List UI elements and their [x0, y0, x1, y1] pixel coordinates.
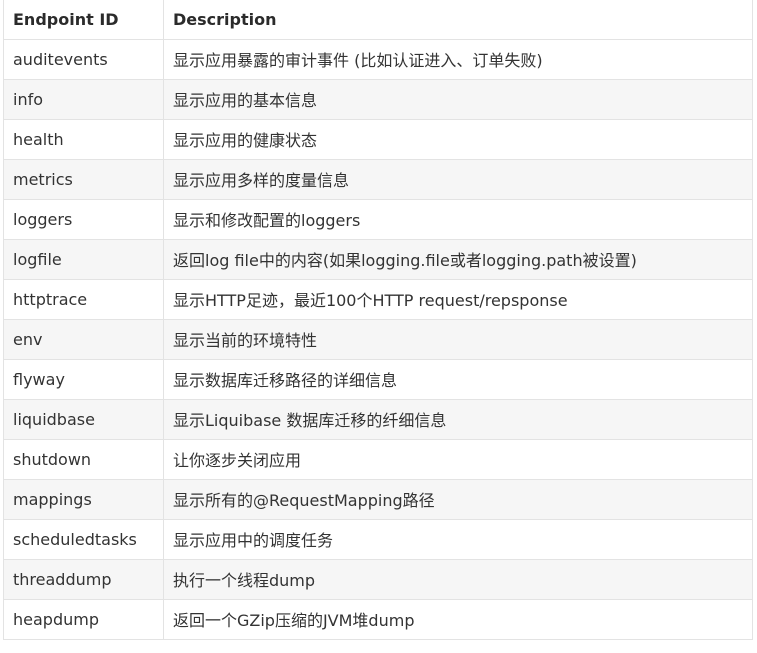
table-row: httptrace 显示HTTP足迹，最近100个HTTP request/re…	[3, 278, 753, 320]
endpoint-id-cell: metrics	[3, 158, 164, 200]
description-cell: 显示应用的基本信息	[163, 78, 753, 120]
description-cell: 返回一个GZip压缩的JVM堆dump	[163, 598, 753, 640]
table-row: threaddump 执行一个线程dump	[3, 558, 753, 600]
table-row: env 显示当前的环境特性	[3, 318, 753, 360]
table-row: flyway 显示数据库迁移路径的详细信息	[3, 358, 753, 400]
table-row: health 显示应用的健康状态	[3, 118, 753, 160]
description-cell: 显示HTTP足迹，最近100个HTTP request/repsponse	[163, 278, 753, 320]
description-cell: 执行一个线程dump	[163, 558, 753, 600]
description-cell: 显示和修改配置的loggers	[163, 198, 753, 240]
description-cell: 显示应用暴露的审计事件 (比如认证进入、订单失败)	[163, 38, 753, 80]
endpoint-id-cell: shutdown	[3, 438, 164, 480]
table-row: shutdown 让你逐步关闭应用	[3, 438, 753, 480]
endpoint-id-cell: loggers	[3, 198, 164, 240]
table-row: loggers 显示和修改配置的loggers	[3, 198, 753, 240]
endpoints-table: Endpoint ID Description auditevents 显示应用…	[3, 0, 753, 640]
endpoint-id-cell: health	[3, 118, 164, 160]
table-row: mappings 显示所有的@RequestMapping路径	[3, 478, 753, 520]
endpoint-id-cell: flyway	[3, 358, 164, 400]
description-cell: 显示所有的@RequestMapping路径	[163, 478, 753, 520]
endpoint-id-cell: threaddump	[3, 558, 164, 600]
table-row: heapdump 返回一个GZip压缩的JVM堆dump	[3, 598, 753, 640]
endpoint-id-cell: httptrace	[3, 278, 164, 320]
table-body: auditevents 显示应用暴露的审计事件 (比如认证进入、订单失败) in…	[3, 38, 753, 640]
table-row: metrics 显示应用多样的度量信息	[3, 158, 753, 200]
description-cell: 显示Liquibase 数据库迁移的纤细信息	[163, 398, 753, 440]
table-row: scheduledtasks 显示应用中的调度任务	[3, 518, 753, 560]
endpoint-id-cell: heapdump	[3, 598, 164, 640]
header-description: Description	[163, 0, 753, 40]
description-cell: 显示应用的健康状态	[163, 118, 753, 160]
table-row: logfile 返回log file中的内容(如果logging.file或者l…	[3, 238, 753, 280]
endpoint-id-cell: logfile	[3, 238, 164, 280]
header-endpoint-id: Endpoint ID	[3, 0, 164, 40]
endpoint-id-cell: info	[3, 78, 164, 120]
description-cell: 显示应用多样的度量信息	[163, 158, 753, 200]
endpoint-id-cell: env	[3, 318, 164, 360]
endpoint-id-cell: scheduledtasks	[3, 518, 164, 560]
description-cell: 让你逐步关闭应用	[163, 438, 753, 480]
description-cell: 返回log file中的内容(如果logging.file或者logging.p…	[163, 238, 753, 280]
endpoint-id-cell: mappings	[3, 478, 164, 520]
table-row: info 显示应用的基本信息	[3, 78, 753, 120]
table-row: auditevents 显示应用暴露的审计事件 (比如认证进入、订单失败)	[3, 38, 753, 80]
table-header: Endpoint ID Description	[3, 0, 753, 40]
description-cell: 显示应用中的调度任务	[163, 518, 753, 560]
description-cell: 显示当前的环境特性	[163, 318, 753, 360]
endpoint-id-cell: liquidbase	[3, 398, 164, 440]
table-row: liquidbase 显示Liquibase 数据库迁移的纤细信息	[3, 398, 753, 440]
header-row: Endpoint ID Description	[3, 0, 753, 40]
description-cell: 显示数据库迁移路径的详细信息	[163, 358, 753, 400]
endpoint-id-cell: auditevents	[3, 38, 164, 80]
